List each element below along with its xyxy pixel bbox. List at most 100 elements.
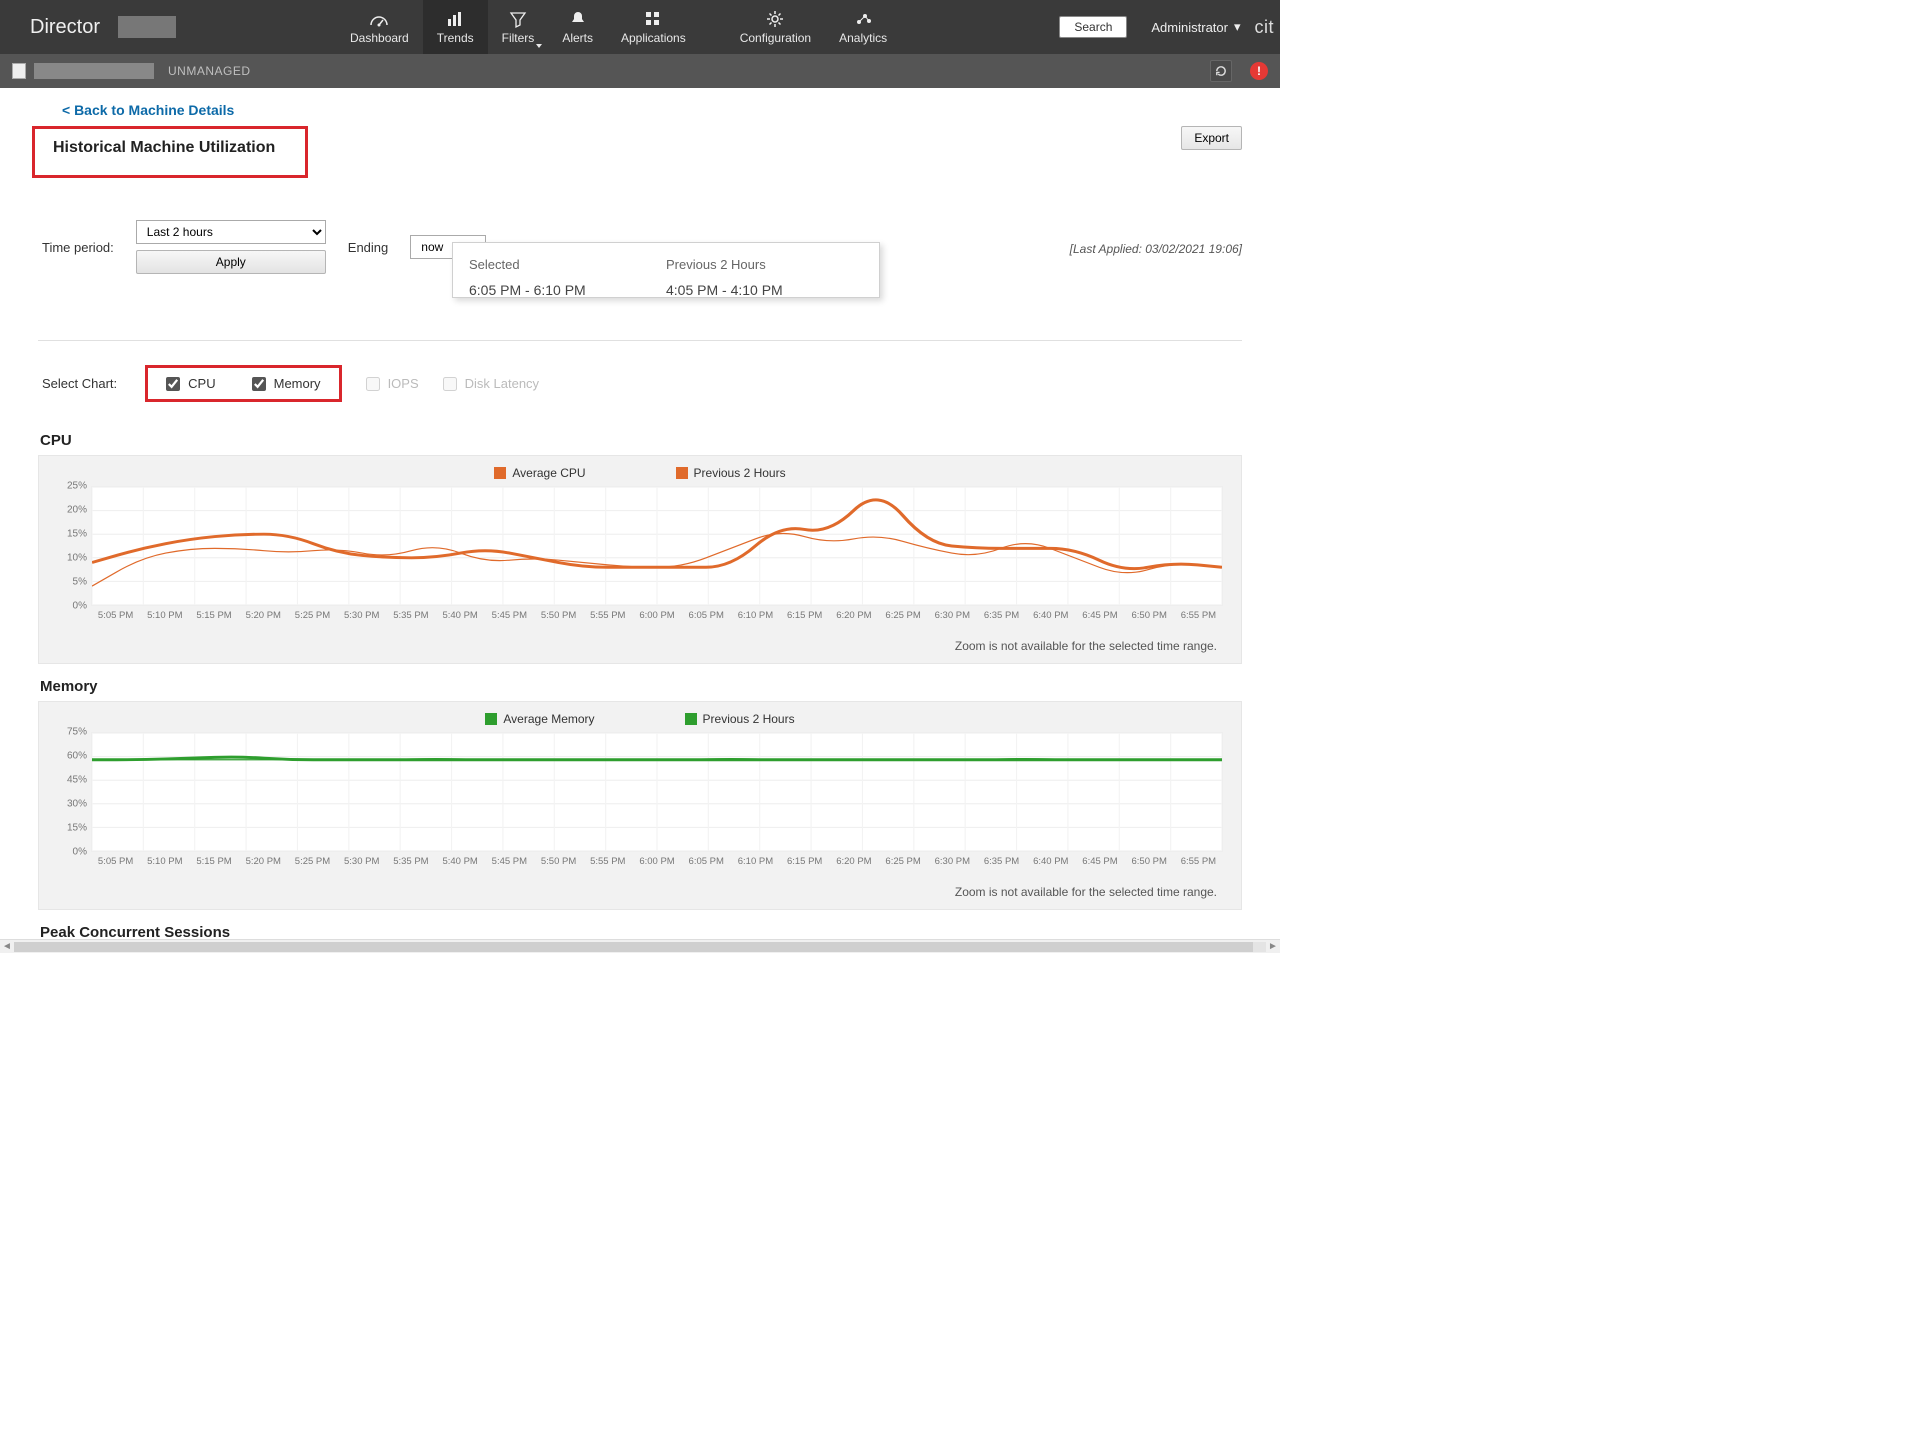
sessions-chart-section: Peak Concurrent Sessions <box>38 924 1242 939</box>
ending-label: Ending <box>348 240 388 255</box>
cpu-legend: Average CPU Previous 2 Hours <box>57 466 1223 480</box>
top-nav: Director Dashboard Trends Filters Alerts… <box>0 0 1280 54</box>
checkbox-disk-label: Disk Latency <box>465 376 539 391</box>
scroll-track[interactable] <box>14 942 1266 952</box>
popup-selected-value: 6:05 PM - 6:10 PM <box>469 282 666 298</box>
legend-swatch-icon <box>494 467 506 479</box>
chevron-down-icon: ▾ <box>1234 19 1241 35</box>
legend-swatch-icon <box>685 713 697 725</box>
legend-item: Average Memory <box>485 712 594 726</box>
memory-x-axis: 5:05 PM5:10 PM5:15 PM5:20 PM5:25 PM5:30 … <box>91 856 1223 867</box>
checkbox-cpu[interactable]: CPU <box>166 376 215 391</box>
legend-label: Previous 2 Hours <box>694 466 786 480</box>
machine-status: UNMANAGED <box>168 64 251 78</box>
time-tooltip-popup: Selected 6:05 PM - 6:10 PM Previous 2 Ho… <box>452 242 880 298</box>
memory-legend: Average Memory Previous 2 Hours <box>57 712 1223 726</box>
analytics-icon <box>853 9 873 29</box>
select-chart-highlight: CPU Memory <box>145 365 341 402</box>
nav-label: Configuration <box>740 31 811 45</box>
cpu-x-axis: 5:05 PM5:10 PM5:15 PM5:20 PM5:25 PM5:30 … <box>91 610 1223 621</box>
cpu-chart-section: CPU Average CPU Previous 2 Hours 0%5%10%… <box>38 432 1242 664</box>
nav-trends[interactable]: Trends <box>423 0 488 54</box>
brand-name: Director <box>0 16 118 39</box>
scroll-thumb[interactable] <box>14 942 1253 952</box>
admin-label: Administrator <box>1151 20 1228 35</box>
refresh-button[interactable] <box>1210 60 1232 82</box>
nav-filters[interactable]: Filters <box>488 0 549 54</box>
nav-analytics[interactable]: Analytics <box>825 0 901 54</box>
last-applied: [Last Applied: 03/02/2021 19:06] <box>1070 242 1242 256</box>
admin-menu[interactable]: Administrator ▾ <box>1151 19 1240 35</box>
time-period-select[interactable]: Last 2 hours <box>136 220 326 244</box>
select-chart-label: Select Chart: <box>42 376 117 391</box>
brand-right: cit <box>1255 17 1281 38</box>
checkbox-disk-latency: Disk Latency <box>443 376 539 391</box>
popup-prev-header: Previous 2 Hours <box>666 257 863 272</box>
popup-prev-value: 4:05 PM - 4:10 PM <box>666 282 863 298</box>
legend-item: Previous 2 Hours <box>685 712 795 726</box>
checkbox-memory-input[interactable] <box>252 377 266 391</box>
bar-chart-icon <box>445 9 465 29</box>
nav-dashboard[interactable]: Dashboard <box>336 0 423 54</box>
server-icon <box>12 63 26 79</box>
export-button[interactable]: Export <box>1181 126 1242 150</box>
legend-swatch-icon <box>485 713 497 725</box>
checkbox-iops: IOPS <box>366 376 419 391</box>
machine-name-redacted <box>34 63 154 79</box>
legend-label: Previous 2 Hours <box>703 712 795 726</box>
checkbox-iops-label: IOPS <box>388 376 419 391</box>
nav-label: Trends <box>437 31 474 45</box>
legend-label: Average Memory <box>503 712 594 726</box>
scroll-right-icon[interactable]: ► <box>1266 940 1280 954</box>
nav-alerts[interactable]: Alerts <box>548 0 607 54</box>
alert-badge[interactable]: ! <box>1250 62 1268 80</box>
filter-icon <box>508 9 528 29</box>
sessions-title: Peak Concurrent Sessions <box>40 924 1242 939</box>
checkbox-memory-label: Memory <box>274 376 321 391</box>
cpu-zoom-note: Zoom is not available for the selected t… <box>57 639 1223 653</box>
time-period-label: Time period: <box>42 240 114 255</box>
apply-button[interactable]: Apply <box>136 250 326 274</box>
nav-configuration[interactable]: Configuration <box>726 0 825 54</box>
legend-item: Average CPU <box>494 466 585 480</box>
page-title: Historical Machine Utilization <box>53 139 275 157</box>
cpu-y-axis: 0%5%10%15%20%25% <box>57 486 91 606</box>
search-button[interactable]: Search <box>1059 16 1127 38</box>
legend-swatch-icon <box>676 467 688 479</box>
cpu-chart-title: CPU <box>40 432 1242 449</box>
bell-icon <box>568 9 588 29</box>
memory-zoom-note: Zoom is not available for the selected t… <box>57 885 1223 899</box>
gauge-icon <box>369 9 389 29</box>
legend-label: Average CPU <box>512 466 585 480</box>
checkbox-disk-input <box>443 377 457 391</box>
nav-applications[interactable]: Applications <box>607 0 700 54</box>
select-chart-row: Select Chart: CPU Memory IOPS Disk Laten… <box>42 365 1242 402</box>
page-title-highlight: Historical Machine Utilization <box>32 126 308 178</box>
horizontal-scrollbar[interactable]: ◄ ► <box>0 939 1280 953</box>
checkbox-cpu-label: CPU <box>188 376 215 391</box>
cpu-plot[interactable] <box>91 486 1223 606</box>
nav-items: Dashboard Trends Filters Alerts Applicat… <box>336 0 901 54</box>
scroll-left-icon[interactable]: ◄ <box>0 940 14 954</box>
nav-label: Alerts <box>562 31 593 45</box>
memory-chart-section: Memory Average Memory Previous 2 Hours 0… <box>38 678 1242 910</box>
legend-item: Previous 2 Hours <box>676 466 786 480</box>
page-body: < Back to Machine Details Historical Mac… <box>0 88 1280 939</box>
nav-label: Applications <box>621 31 686 45</box>
cpu-chart-box: Average CPU Previous 2 Hours 0%5%10%15%2… <box>38 455 1242 664</box>
nav-label: Filters <box>502 31 535 45</box>
memory-y-axis: 0%15%30%45%60%75% <box>57 732 91 852</box>
memory-plot[interactable] <box>91 732 1223 852</box>
popup-selected-header: Selected <box>469 257 666 272</box>
checkbox-memory[interactable]: Memory <box>252 376 321 391</box>
memory-chart-box: Average Memory Previous 2 Hours 0%15%30%… <box>38 701 1242 910</box>
chevron-down-icon <box>536 44 542 48</box>
gear-icon <box>765 9 785 29</box>
machine-subbar: UNMANAGED ! <box>0 54 1280 88</box>
brand-redacted <box>118 16 176 38</box>
nav-label: Dashboard <box>350 31 409 45</box>
divider <box>38 340 1242 341</box>
checkbox-cpu-input[interactable] <box>166 377 180 391</box>
memory-chart-title: Memory <box>40 678 1242 695</box>
back-link[interactable]: < Back to Machine Details <box>62 102 234 118</box>
